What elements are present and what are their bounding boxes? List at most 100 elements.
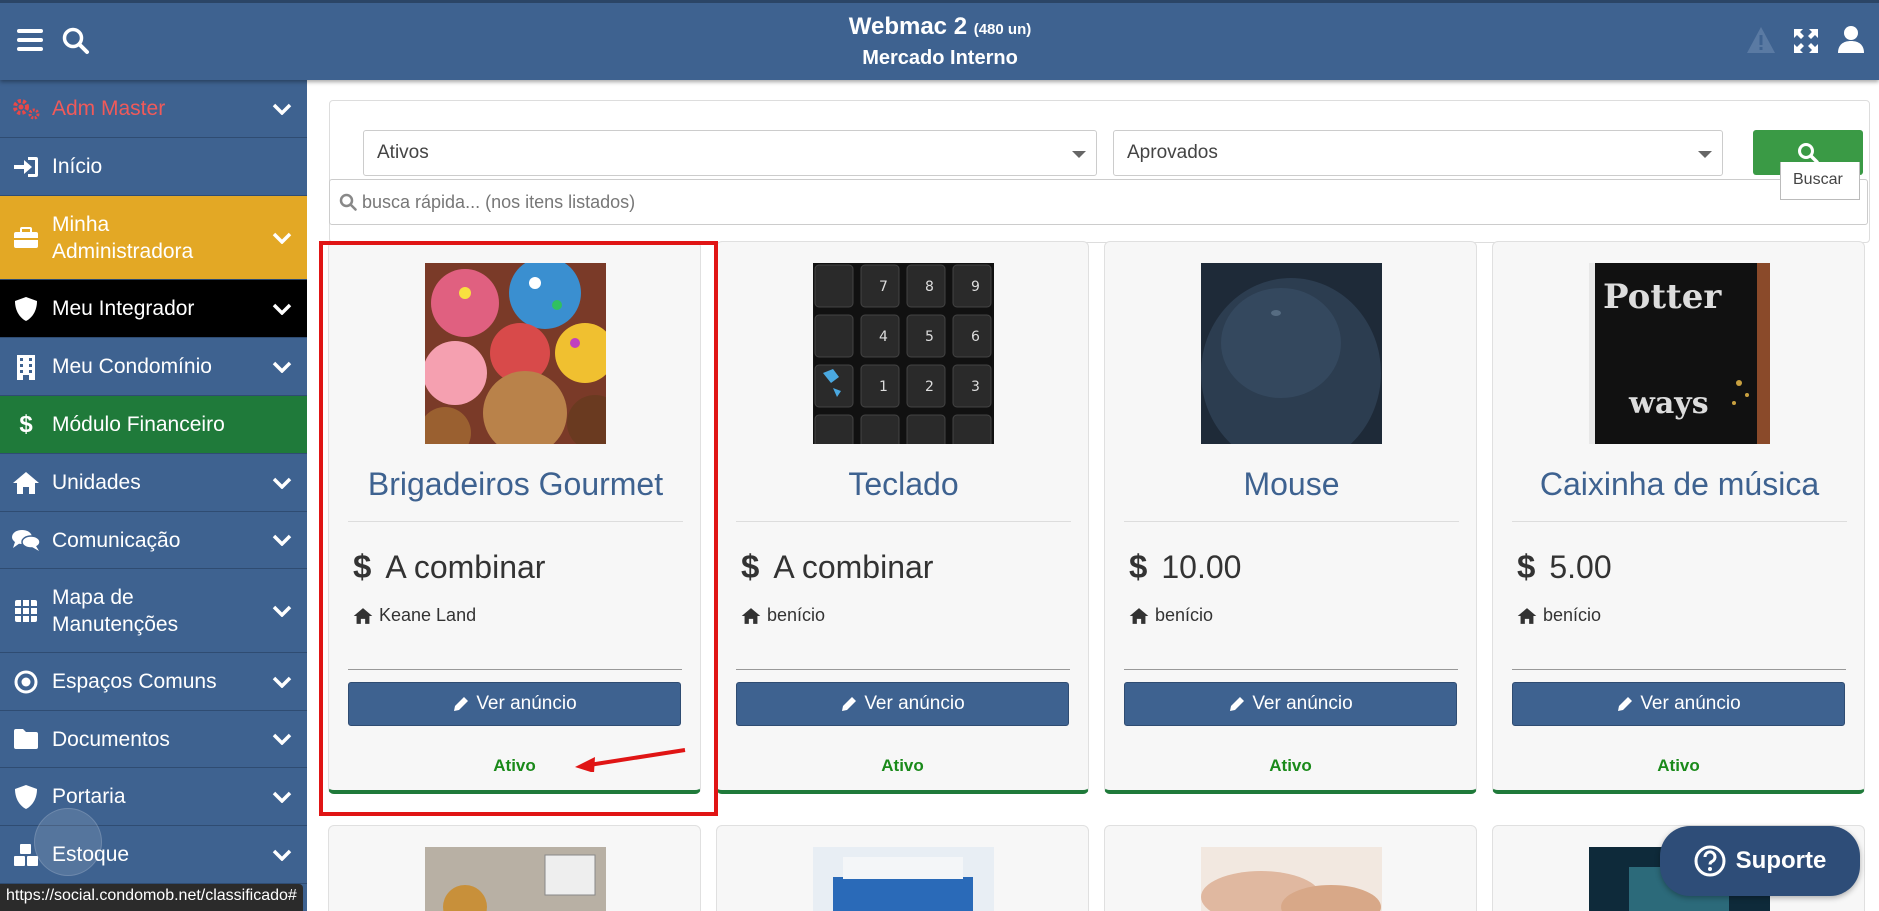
svg-text:ways: ways [1628, 386, 1709, 421]
listing-price: $10.00 [1129, 548, 1241, 586]
sidebar-item-minha-administradora[interactable]: Minha Administradora [0, 196, 307, 280]
owner-name: benício [1543, 605, 1602, 625]
view-listing-label: Ver anúncio [476, 693, 577, 714]
search-icon[interactable] [62, 27, 90, 60]
listing-price: $ A combinar [741, 548, 933, 586]
question-circle-icon [1694, 845, 1726, 877]
product-image[interactable] [1201, 847, 1382, 911]
chevron-down-icon[interactable] [257, 791, 307, 803]
listing-card: Potter ways Caixinha de música $5.00 bení… [1492, 241, 1865, 794]
sidebar-item-label: Portaria [52, 785, 126, 808]
chevron-down-icon[interactable] [257, 676, 307, 688]
listing-title[interactable]: Caixinha de música [1503, 466, 1856, 503]
user-icon[interactable] [1838, 25, 1864, 58]
sidebar: Adm Master Início Minha Administradora M… [0, 80, 307, 911]
briefcase-icon [0, 226, 52, 250]
divider [348, 521, 683, 522]
quick-search-input[interactable]: busca rápida... (nos itens listados) [329, 179, 1868, 225]
sidebar-item-inicio[interactable]: Início [0, 138, 307, 196]
sidebar-item-mapa-de-manutencoes[interactable]: Mapa de Manutenções [0, 569, 307, 653]
hamburger-menu-icon[interactable] [17, 29, 43, 51]
home-icon [0, 471, 52, 495]
svg-text:2: 2 [925, 379, 934, 395]
view-listing-button[interactable]: Ver anúncio [348, 682, 681, 726]
listing-card: 7 8 9 4 5 6 1 2 3 Teclado $ A combinar benício Ve… [716, 241, 1089, 794]
page-subtitle: Mercado Interno [862, 47, 1018, 69]
home-icon [353, 607, 373, 624]
listing-owner: Keane Land [353, 605, 476, 626]
quick-search-placeholder: busca rápida... (nos itens listados) [362, 192, 636, 212]
svg-text:6: 6 [971, 329, 980, 345]
sidebar-item-meu-condominio[interactable]: Meu Condomínio [0, 338, 307, 396]
product-image[interactable] [813, 847, 994, 911]
support-button[interactable]: Suporte [1660, 826, 1860, 896]
sidebar-item-espacos-comuns[interactable]: Espaços Comuns [0, 653, 307, 711]
sidebar-item-comunicacao[interactable]: Comunicação [0, 512, 307, 569]
floating-circle[interactable] [34, 808, 102, 876]
chevron-down-icon[interactable] [257, 605, 307, 617]
divider [736, 669, 1070, 670]
listing-card: Mouse $10.00 benício Ver anúncio Ativo [1104, 241, 1477, 794]
sidebar-item-label: Adm Master [52, 97, 166, 120]
listing-title[interactable]: Teclado [727, 466, 1080, 503]
listing-card: Brigadeiros Gourmet $ A combinar Keane La… [328, 241, 701, 794]
pencil-icon [1230, 697, 1245, 711]
chevron-down-icon[interactable] [257, 361, 307, 373]
listing-title[interactable]: Brigadeiros Gourmet [339, 466, 692, 503]
app-title: Webmac 2 [848, 13, 968, 40]
svg-text:5: 5 [925, 329, 934, 345]
search-icon [1798, 142, 1819, 164]
building-icon [0, 354, 52, 380]
sidebar-item-label: Mapa de Manutenções [52, 585, 179, 636]
sidebar-item-label: Minha Administradora [52, 212, 194, 263]
product-image-mouse[interactable] [1201, 263, 1382, 444]
sidebar-item-modulo-financeiro[interactable]: $ Módulo Financeiro [0, 396, 307, 454]
approval-select[interactable]: Aprovados [1113, 130, 1723, 176]
chevron-down-icon[interactable] [257, 477, 307, 489]
pencil-icon [1618, 697, 1633, 711]
chevron-down-icon[interactable] [257, 103, 307, 115]
listing-owner: benício [1517, 605, 1601, 626]
listing-price: $ A combinar [353, 548, 545, 586]
chevron-down-icon[interactable] [257, 733, 307, 745]
sidebar-item-meu-integrador[interactable]: Meu Integrador [0, 280, 307, 338]
search-tooltip: Buscar [1780, 162, 1860, 200]
svg-text:Potter: Potter [1603, 277, 1722, 317]
svg-text:4: 4 [879, 329, 888, 345]
sidebar-item-unidades[interactable]: Unidades [0, 454, 307, 512]
listing-status: Ativo [1269, 756, 1312, 775]
support-label: Suporte [1735, 847, 1827, 874]
view-listing-button[interactable]: Ver anúncio [1512, 682, 1845, 726]
product-image-teclado[interactable]: 7 8 9 4 5 6 1 2 3 [813, 263, 994, 444]
view-listing-button[interactable]: Ver anúncio [1124, 682, 1457, 726]
chevron-down-icon[interactable] [257, 849, 307, 861]
sidebar-item-documentos[interactable]: Documentos [0, 711, 307, 768]
folder-icon [0, 728, 52, 750]
sidebar-item-label: Documentos [52, 727, 170, 751]
listing-owner: benício [1129, 605, 1213, 626]
product-image-brigadeiros[interactable] [425, 263, 606, 444]
chevron-down-icon[interactable] [257, 232, 307, 244]
product-image[interactable] [425, 847, 606, 911]
warning-icon[interactable] [1745, 25, 1777, 60]
chevron-down-icon[interactable] [257, 303, 307, 315]
sidebar-item-adm-master[interactable]: Adm Master [0, 80, 307, 138]
sidebar-item-label: Unidades [52, 471, 141, 494]
owner-name: benício [767, 605, 826, 625]
view-listing-button[interactable]: Ver anúncio [736, 682, 1069, 726]
search-icon [339, 193, 357, 216]
dollar-icon: $ [1517, 548, 1536, 585]
sidebar-item-label: Meu Condomínio [52, 355, 212, 378]
status-select[interactable]: Ativos [363, 130, 1097, 176]
listing-title[interactable]: Mouse [1115, 466, 1468, 503]
fullscreen-icon[interactable] [1793, 28, 1819, 59]
home-icon [1517, 607, 1537, 624]
approval-select-value: Aprovados [1127, 142, 1218, 163]
dollar-icon: $ [741, 548, 760, 585]
sidebar-item-label: Início [52, 155, 103, 178]
divider [736, 521, 1071, 522]
chevron-down-icon[interactable] [257, 534, 307, 546]
view-listing-label: Ver anúncio [1252, 693, 1353, 714]
product-image-caixinha[interactable]: Potter ways [1589, 263, 1770, 444]
grid-icon [0, 599, 52, 623]
